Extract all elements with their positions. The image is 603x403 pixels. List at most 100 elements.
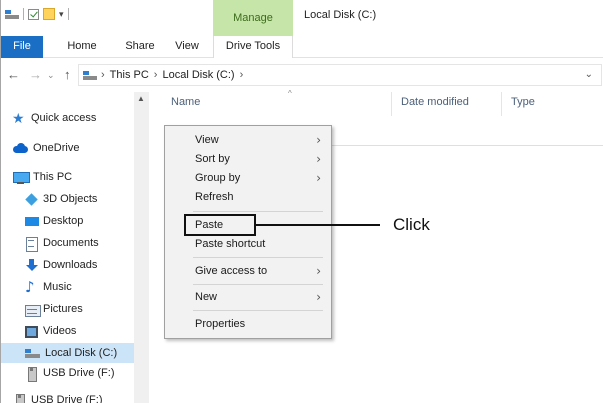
usb-drive-icon bbox=[25, 366, 38, 382]
tab-file[interactable]: File bbox=[1, 36, 43, 58]
menu-item-paste-shortcut[interactable]: Paste shortcut bbox=[165, 235, 331, 255]
star-icon bbox=[12, 109, 26, 129]
toolbar-separator bbox=[67, 8, 69, 20]
sidebar-item-label: OneDrive bbox=[33, 142, 80, 154]
videos-icon bbox=[25, 325, 38, 338]
toolbar-separator bbox=[23, 8, 24, 20]
sidebar-item-label: USB Drive (F:) bbox=[43, 367, 115, 379]
sidebar-item-onedrive[interactable]: OneDrive bbox=[13, 138, 79, 158]
sidebar-item-documents[interactable]: Documents bbox=[25, 233, 99, 253]
drive-icon bbox=[83, 71, 97, 80]
menu-separator bbox=[193, 310, 323, 311]
breadcrumb-chevron[interactable]: › bbox=[101, 65, 105, 85]
column-divider[interactable] bbox=[391, 92, 392, 116]
nav-pane-scrollbar[interactable]: ▲ bbox=[134, 92, 148, 403]
breadcrumb-local-disk[interactable]: Local Disk (C:) bbox=[162, 65, 234, 85]
sidebar-item-music[interactable]: Music bbox=[25, 277, 72, 297]
sidebar-item-local-disk[interactable]: Local Disk (C:) bbox=[1, 343, 134, 363]
customize-arrow-icon[interactable]: ▾ bbox=[59, 9, 64, 20]
sidebar-item-label: Pictures bbox=[43, 303, 83, 315]
computer-icon bbox=[13, 171, 30, 184]
menu-item-label: Group by bbox=[195, 172, 241, 184]
callout-label: Click bbox=[393, 215, 430, 234]
scroll-up-icon[interactable]: ▲ bbox=[137, 94, 145, 103]
breadcrumb-this-pc[interactable]: This PC bbox=[110, 65, 149, 85]
3d-objects-icon bbox=[25, 193, 38, 206]
local-disk-icon bbox=[25, 347, 40, 360]
properties-check-icon[interactable] bbox=[28, 8, 39, 20]
sidebar-item-label: Quick access bbox=[31, 112, 97, 124]
tab-view[interactable]: View bbox=[170, 36, 204, 58]
manage-tab-group[interactable]: Manage bbox=[213, 12, 293, 24]
menu-item-label: Paste shortcut bbox=[195, 238, 266, 250]
sidebar-item-label: Videos bbox=[43, 325, 77, 337]
submenu-arrow-icon: › bbox=[316, 290, 321, 304]
quick-access-toolbar: ▾ bbox=[5, 6, 69, 22]
submenu-arrow-icon: › bbox=[316, 264, 321, 278]
file-list-header bbox=[150, 92, 603, 116]
column-header-type[interactable]: Type bbox=[511, 96, 535, 108]
cloud-icon bbox=[13, 142, 28, 155]
sidebar-item-pictures[interactable]: Pictures bbox=[25, 299, 83, 319]
tab-drive-tools[interactable]: Drive Tools bbox=[213, 36, 293, 58]
sidebar-item-label: Music bbox=[43, 281, 72, 293]
file-explorer-window: ▾ Manage Local Disk (C:) File Home Share… bbox=[0, 0, 603, 403]
menu-separator bbox=[193, 211, 323, 212]
column-divider[interactable] bbox=[501, 92, 502, 116]
breadcrumb-chevron[interactable]: › bbox=[240, 65, 244, 85]
sidebar-item-label: 3D Objects bbox=[43, 193, 98, 205]
sidebar-item-label: This PC bbox=[33, 171, 73, 183]
menu-item-properties[interactable]: Properties bbox=[165, 315, 331, 335]
menu-separator bbox=[193, 257, 323, 258]
pictures-icon bbox=[25, 303, 41, 317]
downloads-icon bbox=[25, 258, 38, 272]
submenu-arrow-icon: › bbox=[316, 133, 321, 147]
up-arrow-icon[interactable]: ↑ bbox=[64, 60, 71, 90]
sidebar-item-label: Local Disk (C:) bbox=[45, 347, 118, 359]
paste-highlight-box bbox=[184, 214, 256, 236]
submenu-arrow-icon: › bbox=[316, 171, 321, 185]
sidebar-item-label: Desktop bbox=[43, 215, 84, 227]
menu-item-label: New bbox=[195, 291, 218, 303]
menu-item-new[interactable]: New › bbox=[165, 288, 331, 308]
sidebar-item-label: Documents bbox=[43, 237, 99, 249]
tab-home[interactable]: Home bbox=[61, 36, 103, 58]
window-title: Local Disk (C:) bbox=[304, 9, 377, 21]
column-header-name[interactable]: Name bbox=[171, 96, 200, 108]
back-arrow-icon[interactable]: ← bbox=[7, 60, 20, 90]
forward-arrow-icon[interactable]: → bbox=[29, 60, 42, 90]
sidebar-item-usb-drive[interactable]: USB Drive (F:) bbox=[13, 390, 103, 403]
documents-icon bbox=[25, 236, 38, 252]
menu-item-label: Properties bbox=[195, 318, 246, 330]
chevron-down-icon[interactable]: ⌄ bbox=[585, 65, 593, 85]
menu-item-view[interactable]: View › bbox=[165, 131, 331, 151]
recent-locations-icon[interactable]: ⌄ bbox=[47, 60, 55, 90]
usb-drive-icon bbox=[13, 393, 26, 403]
menu-item-label: View bbox=[195, 134, 219, 146]
sidebar-item-label: Downloads bbox=[43, 259, 98, 271]
menu-item-give-access-to[interactable]: Give access to › bbox=[165, 262, 331, 282]
sidebar-item-usb-drive[interactable]: USB Drive (F:) bbox=[25, 363, 115, 383]
sidebar-item-3d-objects[interactable]: 3D Objects bbox=[25, 189, 97, 209]
sidebar-item-this-pc[interactable]: This PC bbox=[13, 167, 72, 187]
menu-item-group-by[interactable]: Group by › bbox=[165, 169, 331, 189]
tab-share[interactable]: Share bbox=[119, 36, 161, 58]
desktop-icon bbox=[25, 215, 39, 228]
menu-separator bbox=[193, 284, 323, 285]
sidebar-item-desktop[interactable]: Desktop bbox=[25, 211, 83, 231]
menu-item-sort-by[interactable]: Sort by › bbox=[165, 150, 331, 170]
callout-line bbox=[256, 224, 380, 226]
new-folder-icon[interactable] bbox=[43, 8, 55, 20]
submenu-arrow-icon: › bbox=[316, 152, 321, 166]
address-bar[interactable]: › This PC › Local Disk (C:) › ⌄ bbox=[78, 64, 602, 86]
sidebar-item-quick-access[interactable]: Quick access bbox=[12, 108, 97, 129]
ribbon-tabs: File Home Share View Drive Tools bbox=[1, 36, 603, 58]
column-header-date-modified[interactable]: Date modified bbox=[401, 96, 469, 108]
sidebar-item-videos[interactable]: Videos bbox=[25, 321, 76, 341]
menu-item-refresh[interactable]: Refresh bbox=[165, 188, 331, 208]
sidebar-item-downloads[interactable]: Downloads bbox=[25, 255, 97, 275]
file-list-row-highlight bbox=[331, 145, 603, 146]
breadcrumb-chevron[interactable]: › bbox=[154, 65, 158, 85]
music-icon bbox=[25, 277, 38, 297]
breadcrumb: › This PC › Local Disk (C:) › bbox=[101, 65, 243, 85]
